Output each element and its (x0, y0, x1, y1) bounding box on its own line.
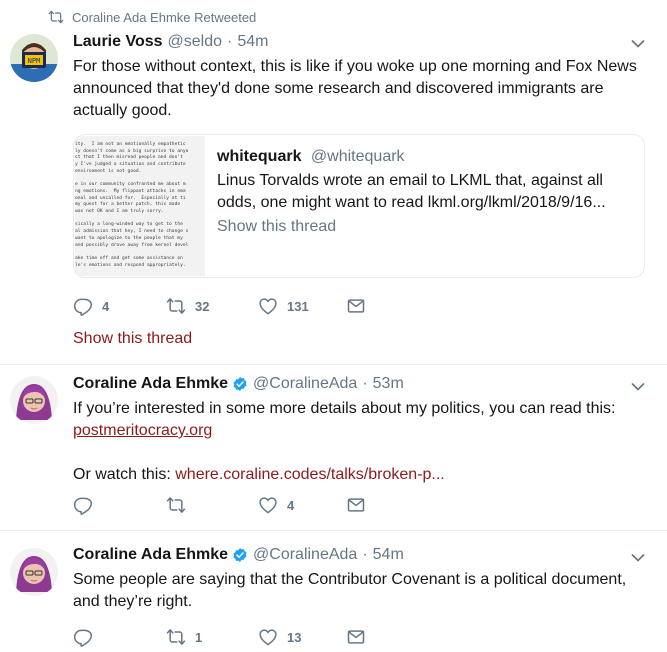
message-icon (346, 627, 366, 647)
author-name[interactable]: Coraline Ada Ehmke (73, 375, 228, 393)
timestamp[interactable]: 54m (237, 33, 268, 51)
reply-button[interactable] (73, 495, 166, 515)
like-button[interactable]: 4 (258, 495, 346, 515)
reply-button[interactable] (73, 627, 166, 647)
author-name[interactable]: Coraline Ada Ehmke (73, 546, 228, 564)
quoted-show-thread[interactable]: Show this thread (217, 218, 627, 236)
direct-message-button[interactable] (346, 296, 366, 316)
svg-text:NPM: NPM (28, 57, 41, 65)
like-icon (258, 296, 278, 316)
chevron-down-icon[interactable] (631, 37, 645, 51)
timeline: Coraline Ada Ehmke Retweeted NPM Laurie … (0, 0, 667, 652)
tweet-text: For those without context, this is like … (73, 58, 637, 119)
chevron-down-icon[interactable] (631, 380, 645, 394)
like-count: 13 (287, 629, 302, 645)
author-name[interactable]: Laurie Voss (73, 33, 163, 51)
tweet-header: Coraline Ada Ehmke @CoralineAda · 54m (73, 546, 404, 564)
reply-count: 4 (102, 298, 110, 314)
email-screenshot-text: ity. I am not an emotionally empathetic … (75, 142, 189, 268)
retweet-icon (48, 9, 64, 25)
retweet-count: 1 (195, 629, 203, 645)
direct-message-button[interactable] (346, 627, 366, 647)
tweet-text-prefix: Or watch this: (73, 466, 176, 483)
author-handle[interactable]: @CoralineAda (253, 546, 357, 564)
like-count: 131 (287, 298, 309, 314)
like-button[interactable]: 131 (258, 296, 346, 316)
tweet-header: Coraline Ada Ehmke @CoralineAda · 53m (73, 375, 404, 393)
tweet-laurie-voss[interactable]: Coraline Ada Ehmke Retweeted NPM Laurie … (0, 0, 667, 365)
separator-dot: · (362, 375, 368, 392)
separator-dot: · (227, 33, 233, 50)
retweet-icon (166, 495, 186, 515)
like-button[interactable]: 13 (258, 627, 346, 647)
quoted-tweet[interactable]: ity. I am not an emotionally empathetic … (73, 134, 645, 278)
quoted-text: Linus Torvalds wrote an email to LKML th… (217, 172, 606, 211)
message-icon (346, 495, 366, 515)
author-handle[interactable]: @CoralineAda (253, 375, 357, 393)
direct-message-button[interactable] (346, 495, 366, 515)
avatar[interactable] (10, 376, 58, 424)
retweeted-by-label: Coraline Ada Ehmke Retweeted (72, 9, 257, 25)
quoted-header: whitequark @whitequark (217, 148, 627, 166)
retweet-button[interactable] (166, 495, 258, 515)
like-icon (258, 495, 278, 515)
timestamp[interactable]: 53m (373, 375, 404, 393)
tweet-coraline-1[interactable]: Coraline Ada Ehmke @CoralineAda · 53m If… (0, 365, 667, 531)
message-icon (346, 296, 366, 316)
tweet-text: Some people are saying that the Contribu… (73, 571, 627, 610)
quoted-tweet-image: ity. I am not an emotionally empathetic … (75, 136, 205, 276)
retweet-button[interactable]: 32 (166, 296, 258, 316)
like-icon (258, 627, 278, 647)
tweet-actions: 1 13 (73, 627, 366, 647)
retweet-button[interactable]: 1 (166, 627, 258, 647)
avatar[interactable] (10, 548, 58, 596)
show-thread-link[interactable]: Show this thread (73, 330, 192, 348)
like-count: 4 (287, 497, 295, 513)
tweet-coraline-2[interactable]: Coraline Ada Ehmke @CoralineAda · 54m So… (0, 531, 667, 652)
reply-icon (73, 627, 93, 647)
retweet-count: 32 (195, 298, 210, 314)
author-handle[interactable]: @seldo (168, 33, 223, 51)
quoted-tweet-body: whitequark @whitequark Linus Torvalds wr… (217, 148, 627, 236)
reply-icon (73, 495, 93, 515)
tweet-text: If you’re interested in some more detail… (73, 398, 643, 486)
retweet-icon (166, 296, 186, 316)
chevron-down-icon[interactable] (631, 551, 645, 565)
postmeritocracy-link[interactable]: postmeritocracy.org (73, 422, 212, 439)
reply-icon (73, 296, 93, 316)
avatar[interactable]: NPM (10, 34, 58, 82)
separator-dot: · (362, 546, 368, 563)
quoted-author-handle: @whitequark (310, 148, 405, 165)
reply-button[interactable]: 4 (73, 296, 166, 316)
tweet-header: Laurie Voss @seldo · 54m (73, 33, 268, 51)
quoted-author-name: whitequark (217, 148, 302, 165)
tweet-text-line: If you’re interested in some more detail… (73, 400, 616, 417)
retweet-context: Coraline Ada Ehmke Retweeted (48, 9, 256, 25)
verified-badge-icon (232, 547, 248, 563)
talk-link[interactable]: where.coraline.codes/talks/broken-p... (175, 466, 444, 483)
tweet-actions: 4 32 131 (73, 296, 366, 316)
retweet-icon (166, 627, 186, 647)
verified-badge-icon (232, 376, 248, 392)
tweet-actions: 4 (73, 495, 366, 515)
timestamp[interactable]: 54m (373, 546, 404, 564)
